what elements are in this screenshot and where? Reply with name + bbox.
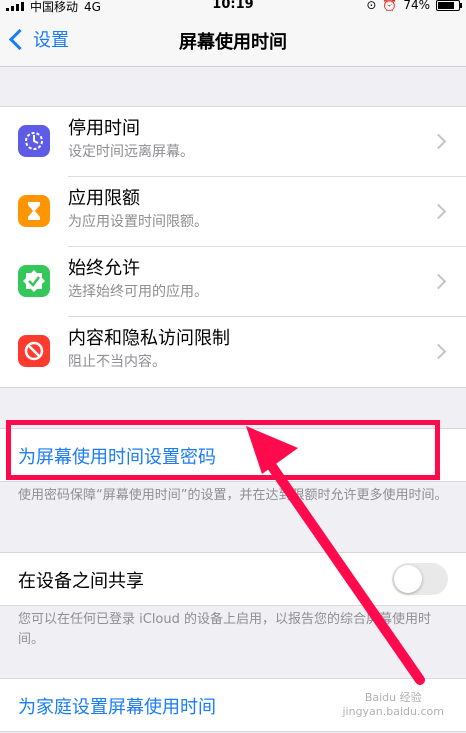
annotation-arrow xyxy=(246,426,425,685)
watermark: Baidu 经验 jingyan.baidu.com xyxy=(342,691,444,718)
